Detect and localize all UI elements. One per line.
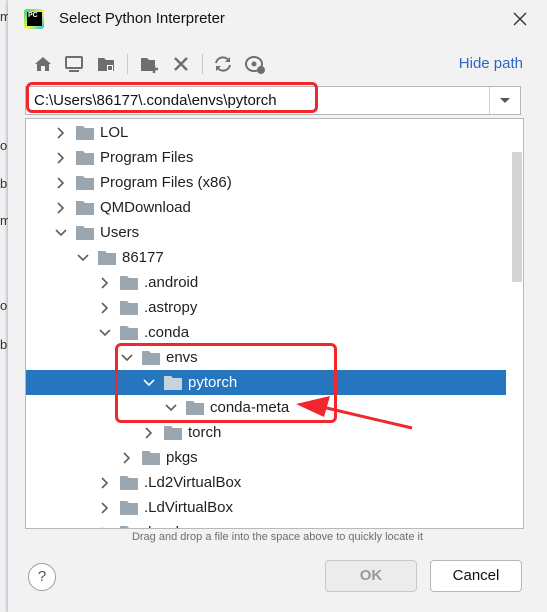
new-folder-icon[interactable] xyxy=(138,53,160,75)
desktop-icon[interactable] xyxy=(63,53,85,75)
chevron-down-icon xyxy=(500,98,510,103)
folder-icon xyxy=(120,476,138,490)
chevron-right-icon[interactable] xyxy=(98,501,112,515)
envs-highlight-annotation xyxy=(115,343,337,423)
tree-row[interactable]: torch xyxy=(26,420,506,445)
tree-row-label: .android xyxy=(144,274,199,291)
tree-row-label: Program Files (x86) xyxy=(100,174,232,191)
drag-drop-hint: Drag and drop a file into the space abov… xyxy=(131,531,424,543)
tree-row-label: .Ld2VirtualBox xyxy=(144,474,242,491)
tree-row-label: .LdVirtualBox xyxy=(144,499,233,516)
home-icon[interactable] xyxy=(32,53,54,75)
tree-row[interactable]: .LdVirtualBox xyxy=(26,495,506,520)
folder-icon xyxy=(76,201,94,215)
app-icon-text: PC xyxy=(27,12,42,26)
project-folder-icon[interactable] xyxy=(95,53,117,75)
tree-row-label: .astropy xyxy=(144,299,198,316)
pycharm-app-icon: PC xyxy=(24,9,44,29)
tree-row[interactable]: .android xyxy=(26,270,506,295)
tree-row-label: QMDownload xyxy=(100,199,191,216)
folder-icon xyxy=(120,301,138,315)
file-tree[interactable]: LOL Program Files Program Files (x86) QMDow… xyxy=(25,118,524,529)
folder-icon xyxy=(76,126,94,140)
toolbar-separator xyxy=(202,54,203,74)
path-history-dropdown[interactable] xyxy=(489,87,520,114)
tree-row[interactable]: Program Files xyxy=(26,145,506,170)
path-highlight-annotation xyxy=(26,82,318,113)
folder-icon xyxy=(120,326,138,340)
dialog-buttons: ? OK Cancel xyxy=(8,550,547,612)
tree-row-label: LOL xyxy=(100,124,129,141)
select-interpreter-dialog: PC Select Python Interpreter Hide path C… xyxy=(8,0,547,612)
chevron-right-icon[interactable] xyxy=(98,526,112,529)
folder-icon xyxy=(120,526,138,528)
tree-row-label: Users xyxy=(100,224,140,241)
chevron-right-icon[interactable] xyxy=(142,426,156,440)
tree-row-label: Program Files xyxy=(100,149,194,166)
tree-scrollbar[interactable] xyxy=(512,152,522,282)
tree-row[interactable]: 86177 xyxy=(26,245,506,270)
ok-button[interactable]: OK xyxy=(325,560,417,592)
tree-row[interactable]: pkgs xyxy=(26,445,506,470)
tree-row-label: torch xyxy=(188,424,222,441)
tree-row[interactable]: .Ld2VirtualBox xyxy=(26,470,506,495)
tree-row[interactable]: .local xyxy=(26,520,506,529)
chevron-down-icon[interactable] xyxy=(98,326,112,340)
chevron-down-icon[interactable] xyxy=(76,251,90,265)
folder-icon xyxy=(76,151,94,165)
chevron-right-icon[interactable] xyxy=(54,151,68,165)
toolbar-separator xyxy=(127,54,128,74)
refresh-icon[interactable] xyxy=(212,53,234,75)
tree-row[interactable]: .conda xyxy=(26,320,506,345)
tree-row-label: .local xyxy=(144,524,179,528)
background-text: b xyxy=(0,176,8,191)
show-hidden-icon[interactable] xyxy=(244,53,266,75)
tree-row[interactable]: LOL xyxy=(26,120,506,145)
folder-icon xyxy=(76,176,94,190)
chevron-right-icon[interactable] xyxy=(54,126,68,140)
tree-row[interactable]: Users xyxy=(26,220,506,245)
tree-row[interactable]: QMDownload xyxy=(26,195,506,220)
tree-row[interactable]: Program Files (x86) xyxy=(26,170,506,195)
hide-path-link[interactable]: Hide path xyxy=(459,55,523,72)
tree-row[interactable]: .astropy xyxy=(26,295,506,320)
tree-row-label: .conda xyxy=(144,324,190,341)
title-bar: PC Select Python Interpreter xyxy=(8,0,547,38)
folder-icon xyxy=(142,451,160,465)
close-icon[interactable] xyxy=(510,9,530,29)
delete-icon[interactable] xyxy=(170,53,192,75)
folder-icon xyxy=(120,501,138,515)
tree-row-label: pkgs xyxy=(166,449,198,466)
chevron-down-icon[interactable] xyxy=(54,226,68,240)
chevron-right-icon[interactable] xyxy=(98,476,112,490)
chevron-right-icon[interactable] xyxy=(120,451,134,465)
background-text: b xyxy=(0,337,8,352)
chevron-right-icon[interactable] xyxy=(98,301,112,315)
chevron-right-icon[interactable] xyxy=(54,176,68,190)
chevron-right-icon[interactable] xyxy=(54,201,68,215)
folder-icon xyxy=(76,226,94,240)
folder-icon xyxy=(164,426,182,440)
help-button[interactable]: ? xyxy=(28,563,56,591)
folder-icon xyxy=(98,251,116,265)
tree-row-label: 86177 xyxy=(122,249,164,266)
folder-icon xyxy=(120,276,138,290)
chevron-right-icon[interactable] xyxy=(98,276,112,290)
dialog-title: Select Python Interpreter xyxy=(59,10,225,27)
cancel-button[interactable]: Cancel xyxy=(430,560,522,592)
